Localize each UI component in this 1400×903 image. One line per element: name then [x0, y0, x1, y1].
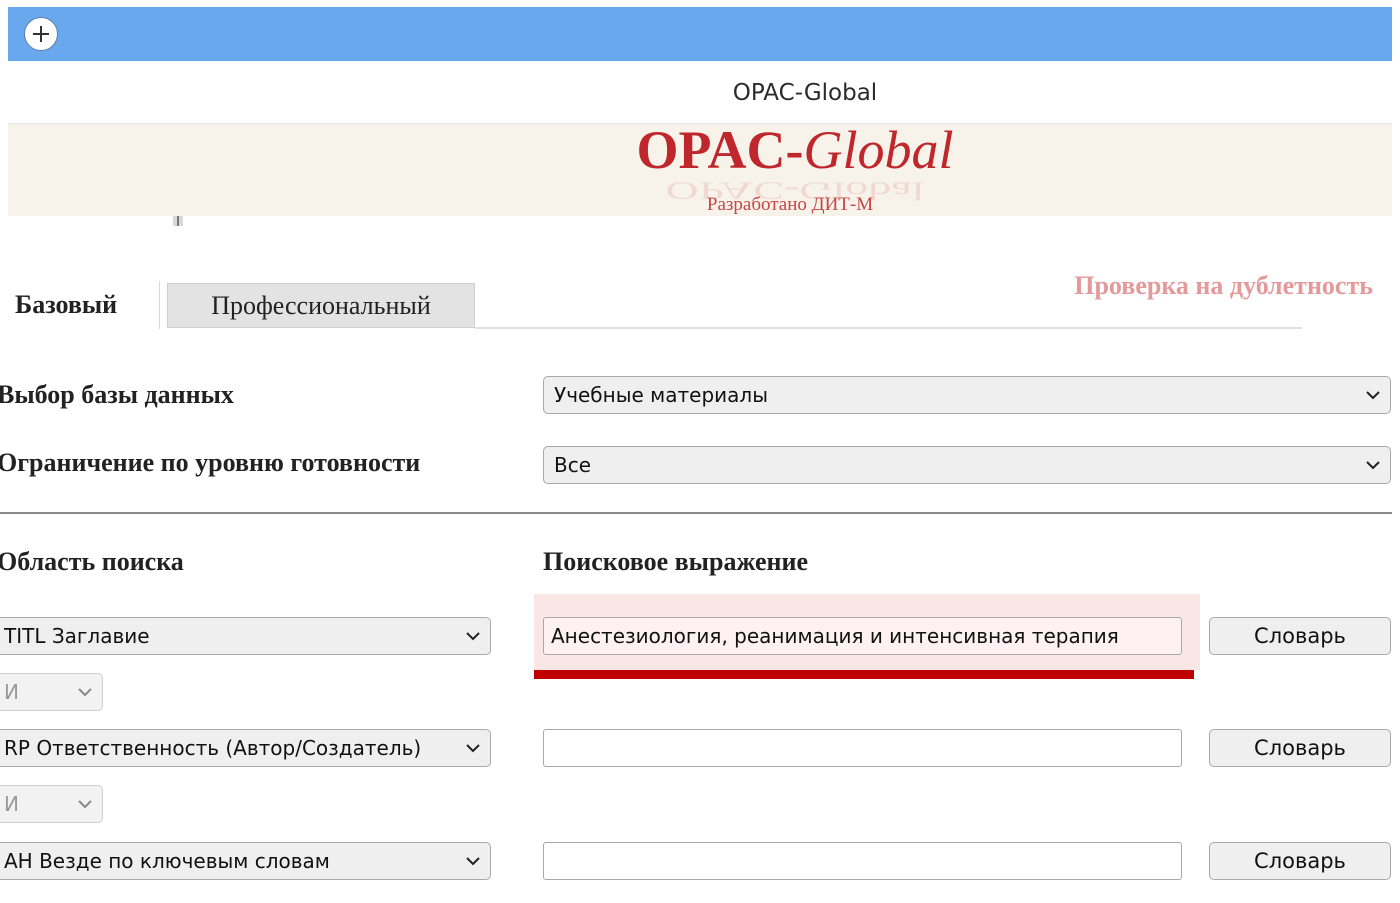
opac-logo: OPAC-Global [8, 124, 1392, 183]
logo-global-text: Global [803, 124, 954, 180]
operator-select-2[interactable]: И [0, 785, 103, 823]
database-select[interactable]: Учебные материалы [543, 376, 1391, 414]
readiness-label: Ограничение по уровню готовности [0, 448, 421, 477]
chevron-down-icon [68, 674, 102, 710]
dictionary-button-3[interactable]: Словарь [1209, 842, 1391, 880]
opac-banner: OPAC-Global OPAC-Global Разработано ДИТ-… [8, 124, 1392, 216]
search-area-header: Область поиска [0, 547, 184, 576]
dictionary-button-1[interactable]: Словарь [1209, 617, 1391, 655]
chevron-down-icon [456, 618, 490, 654]
operator-value: И [4, 680, 19, 704]
section-divider [0, 512, 1392, 514]
page-title: OPAC-Global [732, 80, 878, 106]
dictionary-button-2[interactable]: Словарь [1209, 729, 1391, 767]
database-select-value: Учебные материалы [554, 383, 768, 407]
opac-global-app: OPAC-Global OPAC-Global OPAC-Global Разр… [0, 0, 1400, 903]
add-button[interactable] [24, 17, 58, 51]
resize-handle-icon [173, 216, 183, 226]
search-field-value: RP Ответственность (Автор/Создатель) [4, 736, 422, 760]
tab-professional[interactable]: Профессиональный [167, 283, 475, 328]
annotation-underline [534, 670, 1194, 679]
chevron-down-icon [1356, 447, 1390, 483]
search-field-value: TITL Заглавие [4, 624, 150, 648]
developed-by-text: Разработано ДИТ-М [706, 194, 874, 215]
search-field-select-2[interactable]: RP Ответственность (Автор/Создатель) [0, 729, 491, 767]
database-label: Выбор базы данных [0, 380, 234, 409]
readiness-select-value: Все [554, 453, 592, 477]
top-toolbar [8, 7, 1392, 61]
search-field-select-1[interactable]: TITL Заглавие [0, 617, 491, 655]
logo-opac-text: OPAC- [636, 124, 804, 180]
search-expression-input-1[interactable]: Анестезиология, реанимация и интенсивная… [543, 617, 1182, 655]
chevron-down-icon [456, 843, 490, 879]
tab-basic[interactable]: Базовый [0, 281, 160, 329]
readiness-select[interactable]: Все [543, 446, 1391, 484]
search-expression-input-2[interactable] [543, 729, 1182, 767]
chevron-down-icon [456, 730, 490, 766]
tabs-baseline [475, 327, 1302, 329]
plus-circle-icon [33, 26, 49, 42]
operator-select-1[interactable]: И [0, 673, 103, 711]
search-field-select-3[interactable]: AH Везде по ключевым словам [0, 842, 491, 880]
duplicate-check-link[interactable]: Проверка на дублетность [1074, 271, 1373, 301]
search-expression-header: Поисковое выражение [543, 547, 808, 576]
chevron-down-icon [1356, 377, 1390, 413]
operator-value: И [4, 792, 19, 816]
search-field-value: AH Везде по ключевым словам [4, 849, 330, 873]
chevron-down-icon [68, 786, 102, 822]
search-expression-input-3[interactable] [543, 842, 1182, 880]
